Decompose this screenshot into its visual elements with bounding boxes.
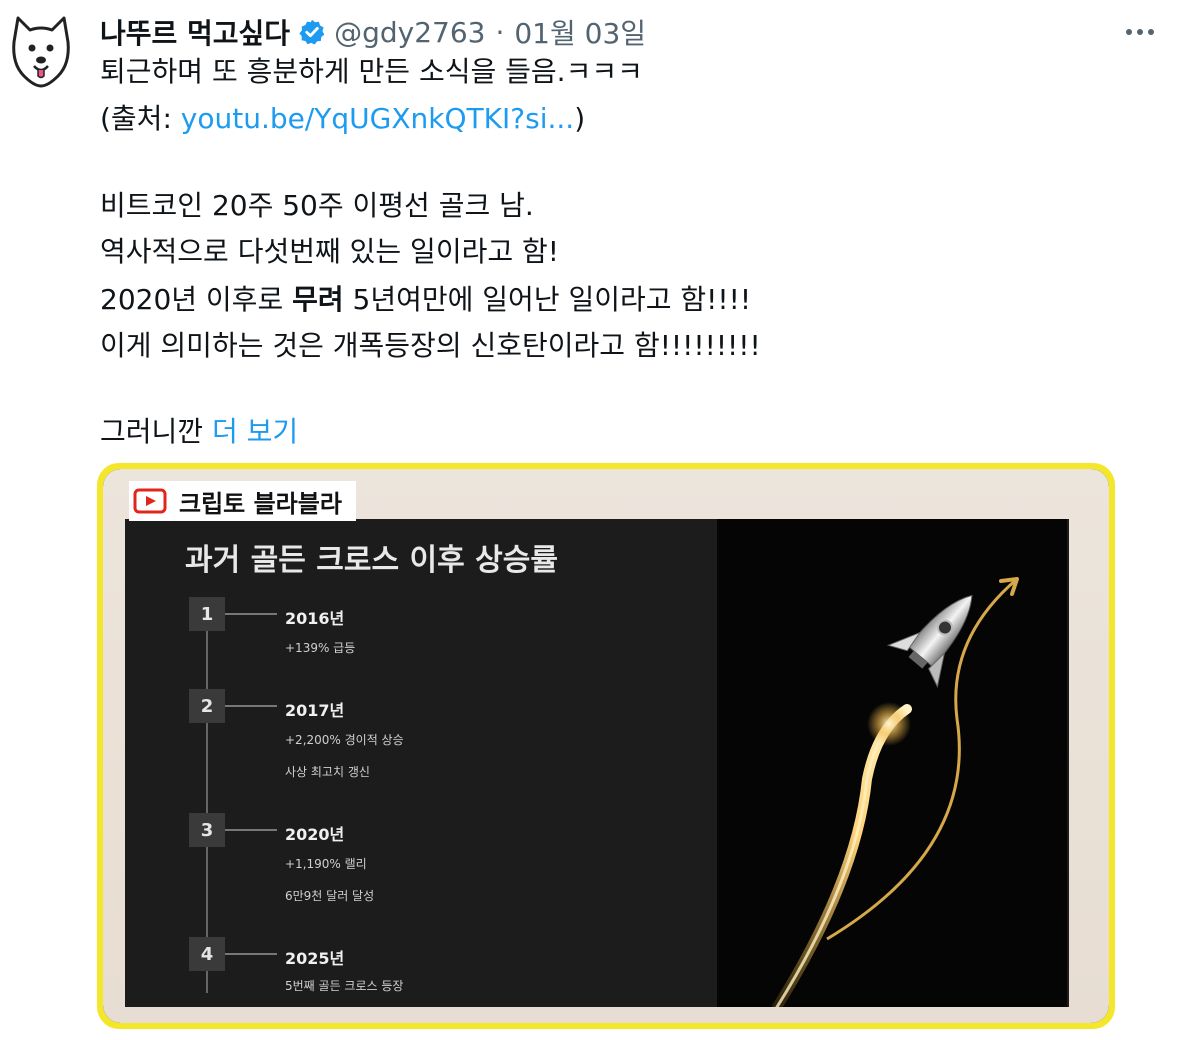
source-suffix: )	[574, 102, 586, 135]
source-link[interactable]: youtu.be/YqUGXnkQTKI?si...	[181, 102, 574, 135]
timeline-step-3: 3	[189, 813, 225, 847]
timeline-year: 2020년	[285, 825, 345, 844]
tweet-date[interactable]: 01월 03일	[514, 12, 646, 52]
timeline-connector	[225, 953, 277, 955]
line5-bold: 무려	[292, 283, 344, 316]
media-image[interactable]: 크립토 블라블라 과거 골든 크로스 이후 상승률 1 2016년 +139% …	[103, 469, 1109, 1023]
tweet-header: 나뚜르 먹고싶다 @gdy2763 · 01월 03일	[100, 12, 646, 52]
timeline-desc: +2,200% 경이적 상승	[285, 733, 404, 747]
channel-label: 크립토 블라블라	[129, 481, 356, 521]
tweet-text-line-6: 이게 의미하는 것은 개폭등장의 신호탄이라고 함!!!!!!!!!	[100, 329, 761, 362]
channel-name: 크립토 블라블라	[179, 489, 342, 518]
tweet-text-line-1: 퇴근하며 또 흥분하게 만든 소식을 들음.ㅋㅋㅋ	[100, 55, 643, 88]
avatar[interactable]	[10, 12, 72, 90]
tweet-text-source: (출처: youtu.be/YqUGXnkQTKI?si...)	[100, 99, 585, 139]
line7-text: 그러니깐	[100, 415, 212, 448]
tweet-media-card[interactable]: 크립토 블라블라 과거 골든 크로스 이후 상승률 1 2016년 +139% …	[97, 463, 1115, 1029]
line5-pre: 2020년 이후로	[100, 283, 293, 316]
youtube-play-icon	[133, 488, 167, 514]
tweet-text-line-7: 그러니깐 더 보기	[100, 412, 298, 452]
tweet-text-line-4: 역사적으로 다섯번째 있는 일이라고 함!	[100, 235, 559, 268]
dog-avatar-icon	[12, 16, 70, 88]
slide-title: 과거 골든 크로스 이후 상승률	[185, 543, 558, 578]
tweet-text-line-5: 2020년 이후로 무려 5년여만에 일어난 일이라고 함!!!!	[100, 280, 751, 320]
line5-post: 5년여만에 일어난 일이라고 함!!!!	[343, 283, 752, 316]
timeline-desc: 5번째 골든 크로스 등장	[285, 979, 404, 993]
more-options-button[interactable]	[1118, 14, 1162, 50]
timeline-year: 2017년	[285, 701, 345, 720]
timeline-desc: 6만9천 달러 달성	[285, 889, 375, 903]
source-prefix: (출처:	[100, 102, 181, 135]
rocket-illustration	[772, 577, 1019, 1007]
timeline-connector	[225, 613, 277, 615]
timeline-step-4: 4	[189, 937, 225, 971]
timeline-connector	[225, 829, 277, 831]
timeline-desc: +139% 급등	[285, 641, 356, 655]
more-options-icon	[1126, 29, 1154, 35]
timeline-line	[206, 603, 208, 993]
timeline-desc: 사상 최고치 갱신	[285, 765, 370, 779]
show-more-link[interactable]: 더 보기	[212, 415, 298, 448]
timeline-step-1: 1	[189, 597, 225, 631]
verified-badge-icon	[299, 19, 325, 45]
timeline-step-2: 2	[189, 689, 225, 723]
timeline-year: 2025년	[285, 949, 345, 968]
separator-dot: ·	[495, 15, 505, 49]
tweet-text-line-3: 비트코인 20주 50주 이평선 골크 남.	[100, 189, 534, 222]
author-name[interactable]: 나뚜르 먹고싶다	[100, 12, 290, 52]
timeline-connector	[225, 705, 277, 707]
author-handle[interactable]: @gdy2763	[334, 16, 485, 49]
timeline-desc: +1,190% 랠리	[285, 857, 367, 871]
timeline-year: 2016년	[285, 609, 345, 628]
